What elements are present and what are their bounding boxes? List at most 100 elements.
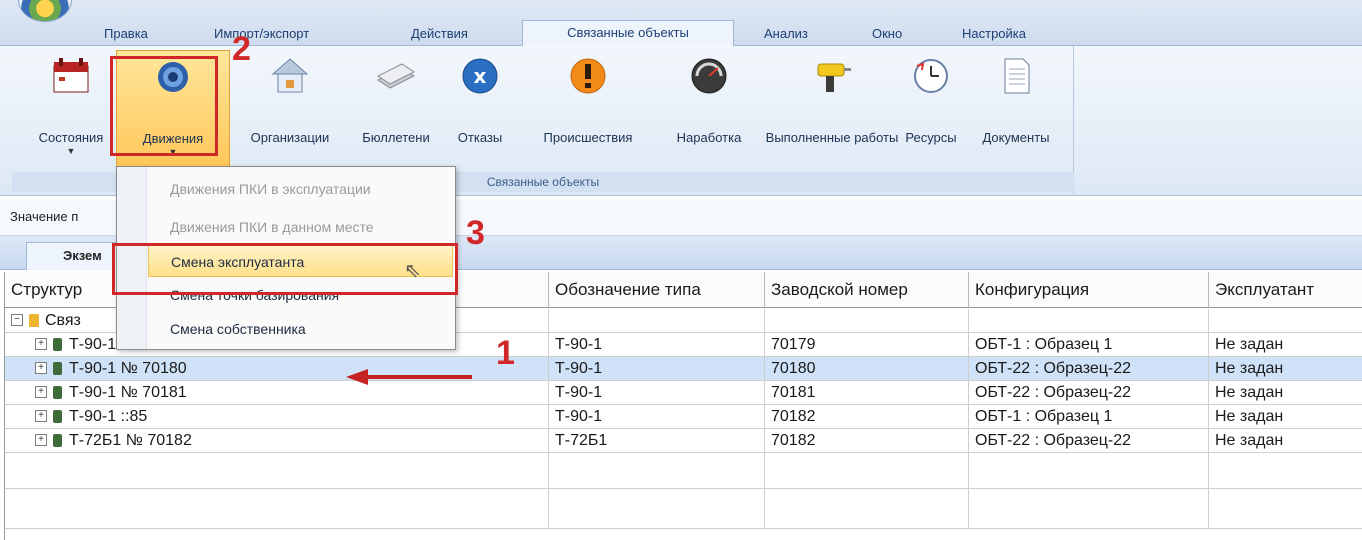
cell-serial: 70182 [765, 429, 969, 453]
table-row-selected[interactable]: + Т-90-1 № 70180 Т-90-1 70180 ОБТ-22 : О… [5, 357, 1362, 381]
cell-type: Т-90-1 [549, 405, 765, 429]
empty-cell [969, 453, 1209, 489]
bulletins-button[interactable]: Бюллетени [352, 50, 440, 168]
row-name: Т-90-1 № 70181 [69, 384, 187, 401]
document-icon [1004, 58, 1030, 94]
failures-button[interactable]: x Отказы [440, 50, 520, 168]
annotation-arrow-icon [346, 369, 472, 385]
column-header-operator[interactable]: Эксплуатант [1209, 272, 1362, 308]
cell-type: Т-72Б1 [549, 429, 765, 453]
warning-icon [570, 58, 606, 94]
cell-configuration: ОБТ-22 : Образец-22 [969, 357, 1209, 381]
empty-cell [549, 309, 765, 333]
empty-cell [549, 453, 765, 489]
cell-configuration: ОБТ-1 : Образец 1 [969, 333, 1209, 357]
empty-cell [765, 453, 969, 489]
annotation-number-1: 1 [496, 334, 515, 372]
ribbon-tab-bar: Правка Импорт/экспорт Действия Связанные… [0, 0, 1362, 47]
organizations-label: Организации [250, 130, 330, 145]
states-label: Состояния [38, 130, 104, 145]
row-name: Т-90-1 ::85 [69, 408, 148, 425]
chevron-down-icon: ▼ [66, 146, 76, 156]
empty-cell [969, 309, 1209, 333]
papers-icon [377, 63, 415, 89]
expand-icon[interactable]: + [35, 338, 47, 350]
table-row[interactable]: + Т-72Б1 № 70182 Т-72Б1 70182 ОБТ-22 : О… [5, 429, 1362, 453]
device-icon [53, 362, 62, 375]
cell-type: Т-90-1 [549, 381, 765, 405]
tree-cell: + Т-90-1 ::85 [5, 405, 549, 429]
empty-row [5, 489, 1362, 529]
column-header-serial[interactable]: Заводской номер [765, 272, 969, 308]
empty-cell [1209, 489, 1362, 529]
collapse-icon[interactable]: − [11, 314, 23, 326]
cell-serial: 70181 [765, 381, 969, 405]
empty-cell [5, 489, 549, 529]
failures-label: Отказы [457, 130, 503, 145]
tab-edit[interactable]: Правка [104, 24, 148, 46]
value-label: Значение п [10, 209, 79, 224]
empty-cell [1209, 309, 1362, 333]
operating-time-label: Наработка [676, 130, 742, 145]
annotation-number-2: 2 [232, 30, 251, 68]
app-menu-orb-icon[interactable] [18, 0, 72, 22]
empty-cell [765, 309, 969, 333]
cell-configuration: ОБТ-22 : Образец-22 [969, 429, 1209, 453]
tree-root-label: Связ [45, 312, 81, 329]
table-row[interactable]: + Т-90-1 № 70181 Т-90-1 70181 ОБТ-22 : О… [5, 381, 1362, 405]
tab-window[interactable]: Окно [872, 24, 902, 46]
incidents-button[interactable]: Происшествия [520, 50, 656, 168]
table-row[interactable]: + Т-90-1 ::85 Т-90-1 70182 ОБТ-1 : Образ… [5, 405, 1362, 429]
expand-icon[interactable]: + [35, 386, 47, 398]
resources-label: Ресурсы [905, 130, 957, 145]
menu-item-change-owner[interactable]: Смена собственника [148, 313, 453, 345]
cell-operator: Не задан [1209, 405, 1362, 429]
clock-refresh-icon [914, 59, 948, 93]
completed-works-label: Выполненные работы [765, 130, 899, 145]
empty-cell [5, 453, 549, 489]
tree-cell: + Т-72Б1 № 70182 [5, 429, 549, 453]
folder-icon [29, 314, 39, 327]
device-icon [53, 434, 62, 447]
documents-label: Документы [982, 130, 1050, 145]
empty-cell [765, 489, 969, 529]
column-header-type[interactable]: Обозначение типа [549, 272, 765, 308]
completed-works-button[interactable]: Выполненные работы [762, 50, 902, 168]
tab-import-export[interactable]: Импорт/экспорт [214, 24, 309, 46]
operating-time-button[interactable]: Наработка [656, 50, 762, 168]
expand-icon[interactable]: + [35, 410, 47, 422]
resources-button[interactable]: Ресурсы [894, 50, 968, 168]
annotation-number-3: 3 [466, 214, 485, 252]
cell-serial: 70179 [765, 333, 969, 357]
device-icon [53, 386, 62, 399]
empty-cell [1209, 453, 1362, 489]
cell-type: Т-90-1 [549, 357, 765, 381]
device-icon [53, 338, 62, 351]
documents-button[interactable]: Документы [968, 50, 1064, 168]
cell-operator: Не задан [1209, 381, 1362, 405]
expand-icon[interactable]: + [35, 362, 47, 374]
column-header-configuration[interactable]: Конфигурация [969, 272, 1209, 308]
empty-row [5, 453, 1362, 489]
cell-type: Т-90-1 [549, 333, 765, 357]
gauge-icon [691, 58, 727, 94]
expand-icon[interactable]: + [35, 434, 47, 446]
row-name: Т-72Б1 № 70182 [69, 432, 192, 449]
tab-related-objects[interactable]: Связанные объекты [522, 20, 734, 47]
bulletins-label: Бюллетени [362, 130, 430, 145]
calendar-icon [53, 58, 89, 93]
tab-instances[interactable]: Экзем [26, 242, 122, 270]
menu-item-movements-in-place[interactable]: Движения ПКИ в данном месте [148, 211, 453, 243]
cell-operator: Не задан [1209, 333, 1362, 357]
states-button[interactable]: Состояния ▼ [22, 50, 120, 168]
tab-analysis[interactable]: Анализ [764, 24, 808, 46]
empty-cell [969, 489, 1209, 529]
menu-item-movements-in-operation[interactable]: Движения ПКИ в эксплуатации [148, 173, 453, 205]
svg-text:x: x [474, 64, 487, 88]
house-icon [271, 58, 309, 93]
incidents-label: Происшествия [543, 130, 633, 145]
tab-actions[interactable]: Действия [411, 24, 468, 46]
tab-settings[interactable]: Настройка [962, 24, 1026, 46]
failure-x-icon: x [462, 58, 498, 94]
cell-operator: Не задан [1209, 429, 1362, 453]
